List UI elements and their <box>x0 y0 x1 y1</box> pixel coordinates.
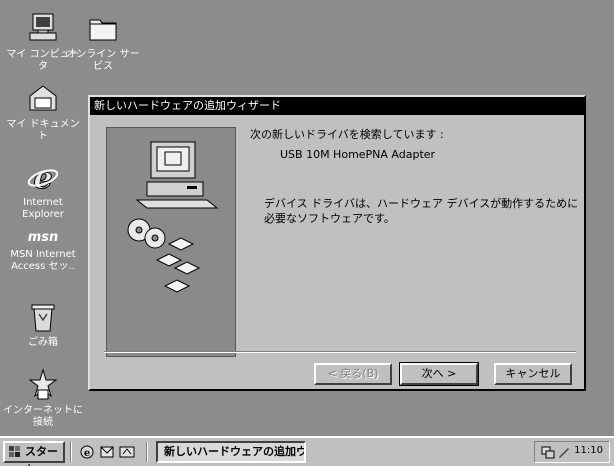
taskbar-divider <box>70 442 72 462</box>
wizard-illustration <box>106 127 236 357</box>
pen-tray-icon[interactable] <box>557 445 571 462</box>
network-tray-icon[interactable] <box>541 445 555 462</box>
clock[interactable]: 11:10 <box>574 445 603 456</box>
desktop: マイ コンピュータ オンライン サービス マイ ドキュメント e Interne… <box>0 0 614 436</box>
taskbar-divider <box>146 442 148 462</box>
driver-description: デバイス ドライバは、ハードウェア デバイスが動作するために必要なソフトウェアで… <box>264 197 579 225</box>
back-button[interactable]: < 戻る(B) <box>314 363 392 385</box>
wizard-content: 次の新しいドライバを検索しています : USB 10M HomePNA Adap… <box>250 127 580 226</box>
svg-text:e: e <box>33 161 52 194</box>
window-title-bar[interactable]: 新しいハードウェアの追加ウィザード <box>90 97 584 115</box>
desktop-icon-label: マイ ドキュメント <box>6 119 80 142</box>
desktop-icon-label: Internet Explorer <box>22 197 64 220</box>
computer-illustration-icon <box>135 141 219 209</box>
internet-explorer-icon: e <box>26 160 60 197</box>
msn-icon: msn <box>26 226 60 246</box>
desktop-icon-recycle-bin[interactable]: ごみ箱 <box>3 300 83 349</box>
desktop-icon-internet-explorer[interactable]: e Internet Explorer <box>3 160 83 221</box>
my-computer-icon <box>26 12 60 46</box>
next-button[interactable]: 次へ > <box>399 362 479 386</box>
searching-text: 次の新しいドライバを検索しています : <box>250 128 444 141</box>
taskbar: スタート e 新しいハードウェアの追加ウ... 11:10 <box>0 436 614 466</box>
desktop-icon-label: インターネットに 接続 <box>3 405 83 428</box>
add-hardware-wizard-window: 新しいハードウェアの追加ウィザード 次の新しいドライバを検索しています: US… <box>88 95 586 391</box>
device-name: USB 10M HomePNA Adapter <box>280 148 436 161</box>
recycle-bin-icon <box>26 300 60 334</box>
separator <box>104 351 576 353</box>
desktop-icon-online-services[interactable]: オンライン サービス <box>63 12 143 73</box>
start-button[interactable]: スタート <box>3 441 65 466</box>
start-label: スタート <box>25 445 58 466</box>
online-services-folder-icon <box>86 12 120 46</box>
windows-logo-icon <box>9 446 21 458</box>
quicklaunch-show-desktop-icon[interactable] <box>118 443 136 461</box>
svg-text:msn: msn <box>28 230 59 245</box>
svg-text:e: e <box>84 448 90 459</box>
desktop-icon-msn[interactable]: msn MSN Internet Access セッ.. <box>3 226 83 273</box>
desktop-icon-connect-internet[interactable]: インターネットに 接続 <box>3 368 83 429</box>
desktop-icon-label: オンライン サービス <box>66 49 140 72</box>
desktop-icon-label: ごみ箱 <box>28 337 58 348</box>
my-documents-icon <box>26 82 60 116</box>
quicklaunch-ie-icon[interactable]: e <box>78 443 96 461</box>
taskbar-button-wizard[interactable]: 新しいハードウェアの追加ウ... <box>156 441 306 463</box>
cancel-button[interactable]: キャンセル <box>494 363 572 385</box>
connect-internet-icon <box>26 368 60 402</box>
desktop-icon-label: MSN Internet Access セッ.. <box>10 249 76 272</box>
system-tray: 11:10 <box>534 441 610 463</box>
desktop-icon-my-documents[interactable]: マイ ドキュメント <box>3 82 83 143</box>
quicklaunch-outlook-icon[interactable] <box>98 443 116 461</box>
